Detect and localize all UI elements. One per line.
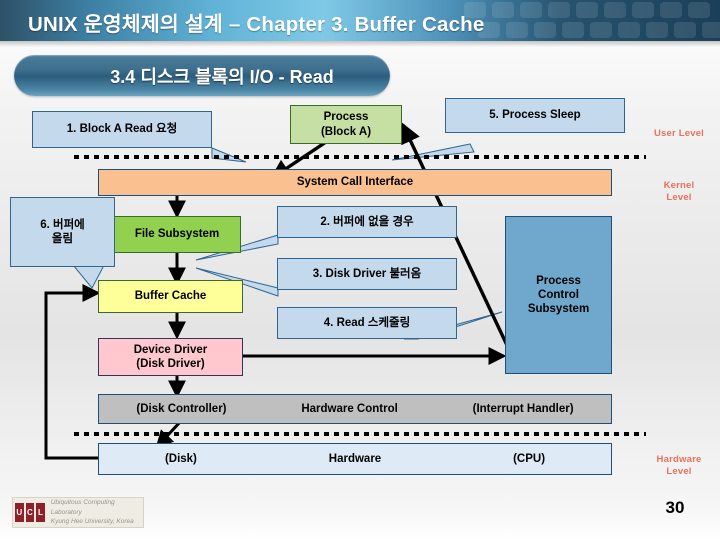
callout-1-block-a-read: 1. Block A Read 요청 (32, 111, 212, 148)
user-kernel-separator (74, 155, 646, 159)
box-file-subsystem: File Subsystem (113, 216, 241, 253)
hardware-left: (Disk) (164, 452, 197, 465)
header-pattern-icon (464, 2, 720, 38)
logo-mark-c: C (25, 503, 35, 522)
callout-3-label: 3. Disk Driver 불러옴 (312, 267, 422, 280)
box-process: Process (Block A) (290, 105, 402, 144)
callout-4-label: 4. Read 스케줄링 (323, 316, 411, 329)
callout-2-label: 2. 버퍼에 없을 경우 (320, 215, 414, 228)
callout-2-not-in-buffer: 2. 버퍼에 없을 경우 (277, 206, 457, 238)
box-buffer-cache-label: Buffer Cache (134, 290, 207, 303)
box-process-line1: Process (323, 111, 369, 124)
box-device-driver: Device Driver (Disk Driver) (98, 338, 243, 376)
kernel-hardware-separator (74, 432, 646, 436)
hardware-mid: Hardware (328, 452, 382, 465)
box-process-line2: (Block A) (320, 125, 372, 138)
ucl-logo: U C L Ubiquitous Computing Laboratory Ky… (12, 497, 144, 528)
box-buffer-cache: Buffer Cache (98, 280, 243, 313)
box-device-driver-line1: Device Driver (133, 343, 208, 356)
label-kernel-level: Kernel Level (643, 168, 715, 204)
box-hardware: (Disk) Hardware (CPU) (98, 443, 612, 475)
box-process-control-subsystem: Process Control Subsystem (505, 216, 612, 374)
slide-canvas: UNIX 운영체제의 설계 – Chapter 3. Buffer Cache … (0, 0, 720, 540)
header-shadow (0, 41, 720, 47)
label-user-level: User Level (643, 128, 715, 140)
callout-5-label: 5. Process Sleep (489, 109, 581, 122)
logo-line-2: Kyung Hee University, Korea (50, 518, 134, 526)
logo-mark-u: U (15, 503, 24, 522)
label-hardware-level: Hardware Level (643, 442, 715, 478)
callout-1-label: 1. Block A Read 요청 (66, 123, 178, 136)
logo-mark-l: L (36, 503, 45, 522)
hardware-control-mid: Hardware Control (301, 402, 398, 415)
section-title-label: 3.4 디스크 블록의 I/O - Read (110, 66, 334, 87)
box-file-subsystem-label: File Subsystem (134, 228, 220, 241)
callout-5-process-sleep: 5. Process Sleep (445, 98, 625, 133)
callout-3-call-disk-driver: 3. Disk Driver 불러옴 (277, 258, 457, 290)
box-pcs-line2: Control (538, 288, 579, 301)
hardware-control-right: (Interrupt Handler) (472, 402, 574, 415)
logo-text: Ubiquitous Computing Laboratory Kyung He… (51, 498, 143, 527)
hardware-control-left: (Disk Controller) (136, 402, 227, 415)
page-title: UNIX 운영체제의 설계 – Chapter 3. Buffer Cache (28, 13, 485, 36)
callout-4-read-scheduling: 4. Read 스케줄링 (277, 307, 457, 339)
box-system-call-interface: System Call Interface (98, 169, 612, 196)
box-device-driver-line2: (Disk Driver) (136, 358, 205, 370)
callout-6-buffer-load: 6. 버퍼에 올림 (10, 197, 115, 267)
box-system-call-label: System Call Interface (296, 176, 414, 189)
hardware-right: (CPU) (513, 452, 546, 465)
kernel-level-text: Kernel Level (663, 179, 695, 203)
section-title-pill: 3.4 디스크 블록의 I/O - Read (14, 55, 390, 96)
slide-header: UNIX 운영체제의 설계 – Chapter 3. Buffer Cache (0, 0, 720, 41)
hardware-level-text: Hardware Level (656, 453, 702, 477)
box-pcs-line1: Process (536, 274, 581, 287)
box-hardware-control: (Disk Controller) Hardware Control (Inte… (98, 394, 612, 424)
page-number: 30 (665, 498, 685, 517)
callout-6-label: 6. 버퍼에 올림 (40, 218, 85, 245)
user-level-text: User Level (653, 128, 705, 139)
box-pcs-line3: Subsystem (527, 303, 590, 315)
logo-line-1: Ubiquitous Computing Laboratory (50, 498, 115, 516)
